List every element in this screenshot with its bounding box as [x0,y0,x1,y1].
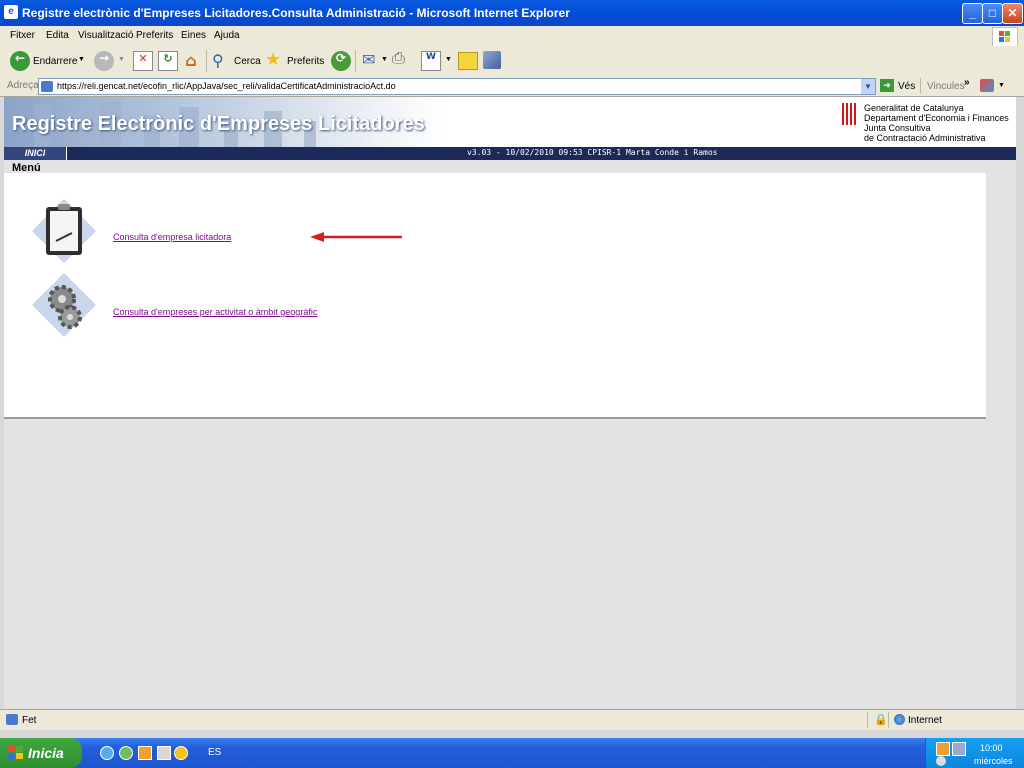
generalitat-logo [842,103,858,125]
address-dropdown-icon[interactable]: ▼ [861,79,875,94]
edit-dropdown-icon[interactable]: ▼ [445,56,452,63]
go-button[interactable]: Vés [898,81,915,92]
status-separator [888,712,889,728]
volume-icon[interactable] [936,756,946,766]
extension-icon[interactable] [980,79,994,92]
back-button[interactable]: Endarrere [33,56,77,67]
refresh-icon[interactable]: ↻ [158,51,178,71]
red-arrow-annotation [310,232,402,242]
mail-icon[interactable]: ✉ [362,50,375,70]
toolbar-separator [355,50,356,72]
menu-link-empresa-licitadora[interactable]: Consulta d'empresa licitadora [113,232,231,242]
page-status-icon [6,714,18,725]
windows-logo-icon [992,27,1018,47]
minimize-button[interactable]: _ [962,3,983,24]
go-arrow-icon[interactable]: ➜ [880,79,894,92]
banner-image: Registre Electrònic d'Empreses Licitador… [4,97,444,147]
word-edit-icon[interactable]: W [421,51,441,71]
search-icon[interactable]: ⚲ [212,51,224,71]
ie-quicklaunch-icon[interactable] [100,746,114,760]
toolbar: ← Endarrere ▼ → ▼ ✕ ↻ ⌂ ⚲ Cerca ★ Prefer… [0,46,1024,77]
site-banner: Registre Electrònic d'Empreses Licitador… [4,97,1016,147]
address-url[interactable]: https://reli.gencat.net/ecofin_rlic/AppJ… [57,81,396,91]
nav-bar: INICI v3.03 - 10/02/2010 09:53 CPISR-1 M… [4,147,1016,160]
menu-item-help[interactable]: Ajuda [214,30,240,41]
language-indicator[interactable]: ES [208,747,221,758]
status-text: Fet [22,715,37,726]
favorites-button[interactable]: Preferits [287,56,324,67]
menu-item-favorites[interactable]: Preferits [136,30,173,41]
zone-label: Internet [908,715,942,726]
status-separator [867,712,868,728]
toolbar-separator [920,78,921,94]
windows-flag-icon [8,746,23,759]
window-title: Registre electrònic d'Empreses Licitador… [22,6,570,20]
explorer-quicklaunch-icon[interactable] [119,746,133,760]
forward-dropdown-icon[interactable]: ▼ [118,56,125,63]
menu-item-file[interactable]: Fitxer [10,30,35,41]
back-dropdown-icon[interactable]: ▼ [78,56,85,63]
mail-dropdown-icon[interactable]: ▼ [381,56,388,63]
menu-item-tools[interactable]: Eines [181,30,206,41]
stop-icon[interactable]: ✕ [133,51,153,71]
toolbar-separator [206,50,207,72]
tab-inici[interactable]: INICI [4,147,67,160]
start-label: Inicia [28,745,64,761]
media-quicklaunch-icon[interactable] [174,746,188,760]
print-icon[interactable]: ⎙ [392,50,405,68]
favorites-star-icon[interactable]: ★ [265,49,281,70]
gears-icon[interactable] [32,273,96,341]
start-button[interactable]: Inicia [0,738,82,768]
chevron-right-icon[interactable]: » [964,77,970,88]
menu-item-view[interactable]: Visualització [78,30,133,41]
address-label: Adreça [7,80,39,91]
clock[interactable]: 10:00 [980,743,1003,753]
home-icon[interactable]: ⌂ [182,51,200,70]
clock-day: miércoles [974,756,1013,766]
maximize-button[interactable]: □ [982,3,1003,24]
org-line-3: Junta Consultiva [864,123,931,133]
menu-link-empreses-activitat[interactable]: Consulta d'empreses per activitat o àmbi… [113,307,317,317]
status-bar: Fet 🔒 Internet [0,709,1024,730]
org-line-2: Departament d'Economia i Finances [864,113,1009,123]
ie-page-icon: e [4,5,18,19]
menu-panel: Consulta d'empresa licitadora Consulta d… [4,173,986,419]
outlook-quicklaunch-icon[interactable] [138,746,152,760]
version-info: v3.03 - 10/02/2010 09:53 CPISR-1 Marta C… [467,148,718,157]
search-button[interactable]: Cerca [234,56,261,67]
org-line-4: de Contractació Administrativa [864,133,986,143]
address-field[interactable]: https://reli.gencat.net/ecofin_rlic/AppJ… [38,78,876,95]
page-icon [41,81,53,92]
clipboard-icon[interactable] [32,199,96,267]
menu-bar: Fitxer Edita Visualització Preferits Ein… [0,26,1024,47]
back-arrow-icon[interactable]: ← [10,51,30,71]
window-title-bar[interactable]: e Registre electrònic d'Empreses Licitad… [0,0,1024,26]
system-tray: 10:00 miércoles [925,738,1024,768]
globe-icon [894,714,905,725]
extension-dropdown-icon[interactable]: ▼ [998,82,1005,89]
tray-icon-1[interactable] [936,742,950,756]
network-icon[interactable] [952,742,966,756]
links-label[interactable]: Vincules [927,81,965,92]
forward-arrow-icon[interactable]: → [94,51,114,71]
note-icon[interactable] [458,52,478,70]
desktop-quicklaunch-icon[interactable] [157,746,171,760]
page-viewport[interactable]: Registre Electrònic d'Empreses Licitador… [4,97,1016,709]
menu-item-edit[interactable]: Edita [46,30,69,41]
lock-icon: 🔒 [874,714,888,726]
site-title: Registre Electrònic d'Empreses Licitador… [12,113,425,135]
research-icon[interactable] [483,51,501,69]
address-bar: Adreça https://reli.gencat.net/ecofin_rl… [0,76,1024,97]
org-line-1: Generalitat de Catalunya [864,103,964,113]
close-button[interactable]: ✕ [1002,3,1023,24]
taskbar: Inicia ES 10:00 miércoles [0,738,1024,768]
history-icon[interactable]: ⟳ [331,51,351,71]
